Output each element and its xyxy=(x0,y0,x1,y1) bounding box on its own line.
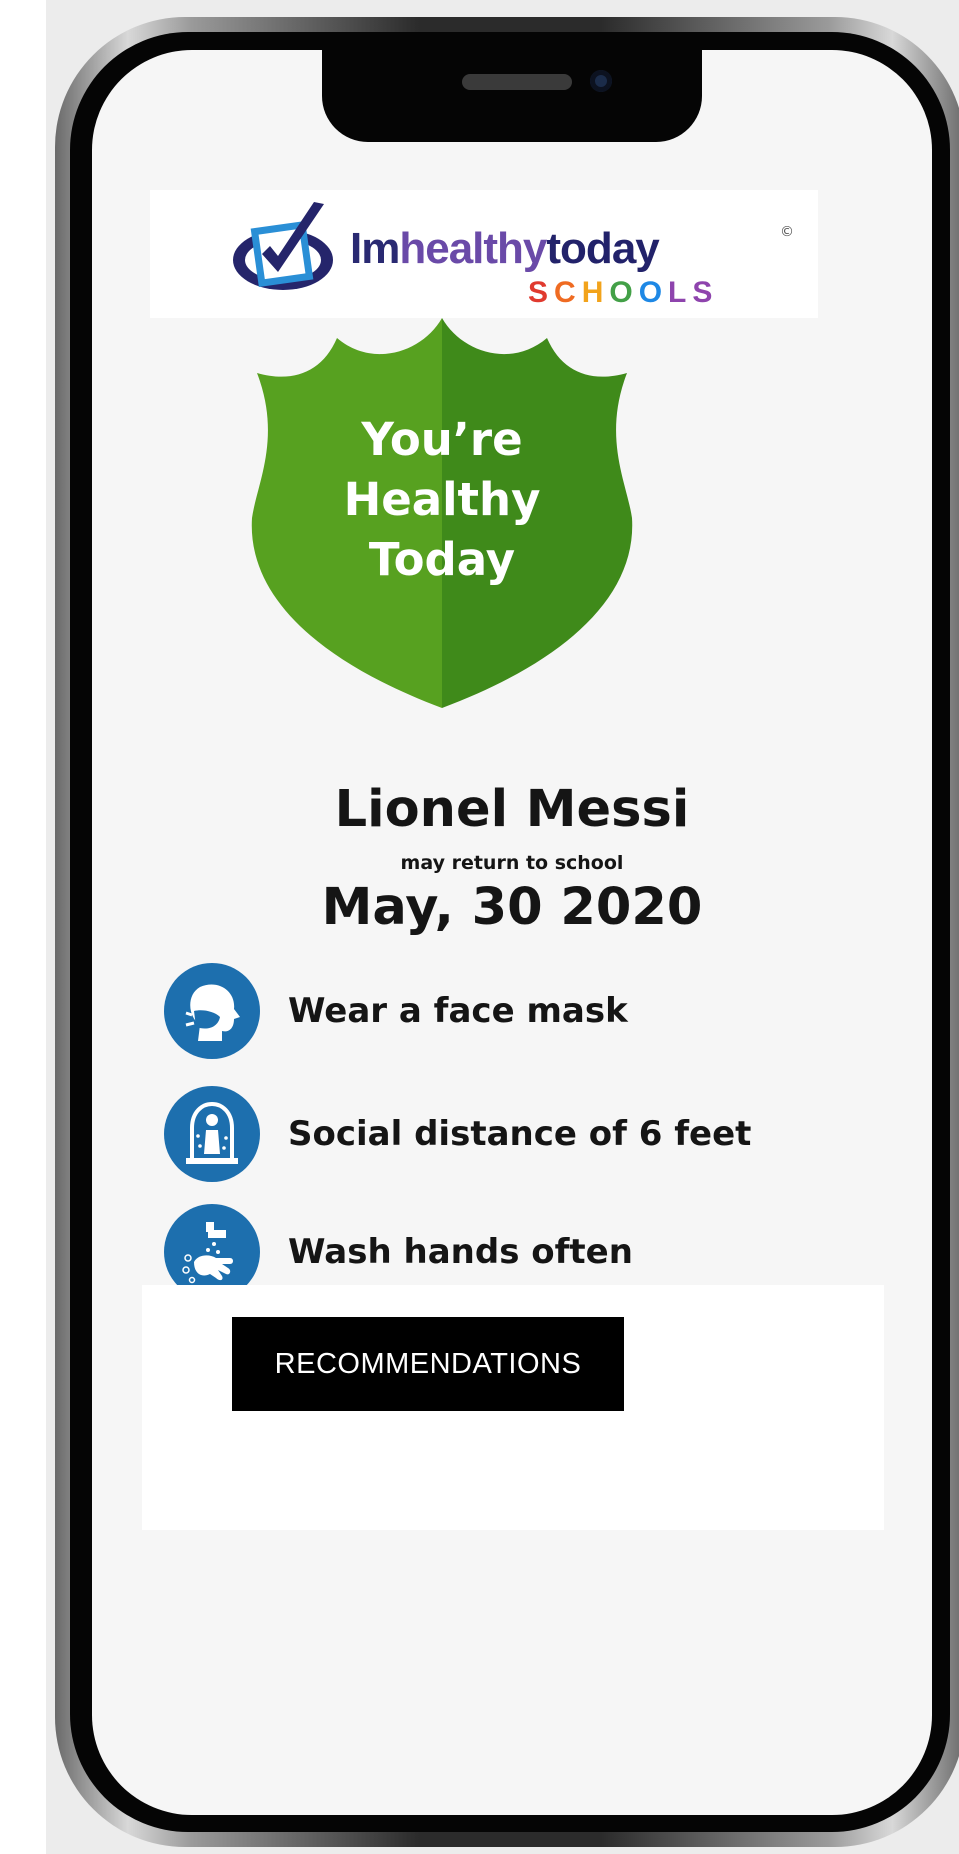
status-line-3: Today xyxy=(368,533,516,586)
brand-logo: Imhealthytoday © SCHOOLS xyxy=(150,190,818,318)
phone-screen: Imhealthytoday © SCHOOLS You’re Healthy … xyxy=(92,50,932,1815)
guideline-item: Social distance of 6 feet xyxy=(164,1086,924,1186)
guideline-item: Wear a face mask xyxy=(164,963,924,1063)
brand-today: today xyxy=(546,224,659,273)
checkbox-logo-icon xyxy=(233,202,333,290)
brand-im: Im xyxy=(350,224,400,273)
phone-notch xyxy=(322,50,702,142)
schools-letter: L xyxy=(668,276,693,309)
brand-schools: SCHOOLS xyxy=(528,276,718,310)
schools-letter: H xyxy=(581,276,610,309)
health-status-text: You’re Healthy Today xyxy=(242,410,642,590)
schools-letter: O xyxy=(609,276,639,309)
brand-wordmark: Imhealthytoday xyxy=(350,224,660,274)
return-date: May, 30 2020 xyxy=(321,878,703,937)
schools-letter: S xyxy=(692,276,719,309)
schools-letter: C xyxy=(554,276,582,309)
social-distance-icon xyxy=(164,1086,260,1182)
speaker-grille xyxy=(462,74,572,90)
guideline-label: Wear a face mask xyxy=(288,991,628,1031)
copyright-mark: © xyxy=(780,224,794,240)
person-name: Lionel Messi xyxy=(334,780,690,839)
brand-healthy: healthy xyxy=(399,224,547,273)
status-line-2: Healthy xyxy=(343,473,541,526)
schools-letter: S xyxy=(528,276,555,309)
recommendations-button[interactable]: RECOMMENDATIONS xyxy=(232,1317,624,1411)
schools-letter: O xyxy=(638,276,669,309)
status-line-1: You’re xyxy=(361,413,523,466)
guideline-label: Wash hands often xyxy=(288,1232,633,1272)
front-camera xyxy=(590,70,612,92)
return-note: may return to school xyxy=(400,852,624,874)
guideline-label: Social distance of 6 feet xyxy=(288,1114,752,1154)
face-mask-icon xyxy=(164,963,260,1059)
